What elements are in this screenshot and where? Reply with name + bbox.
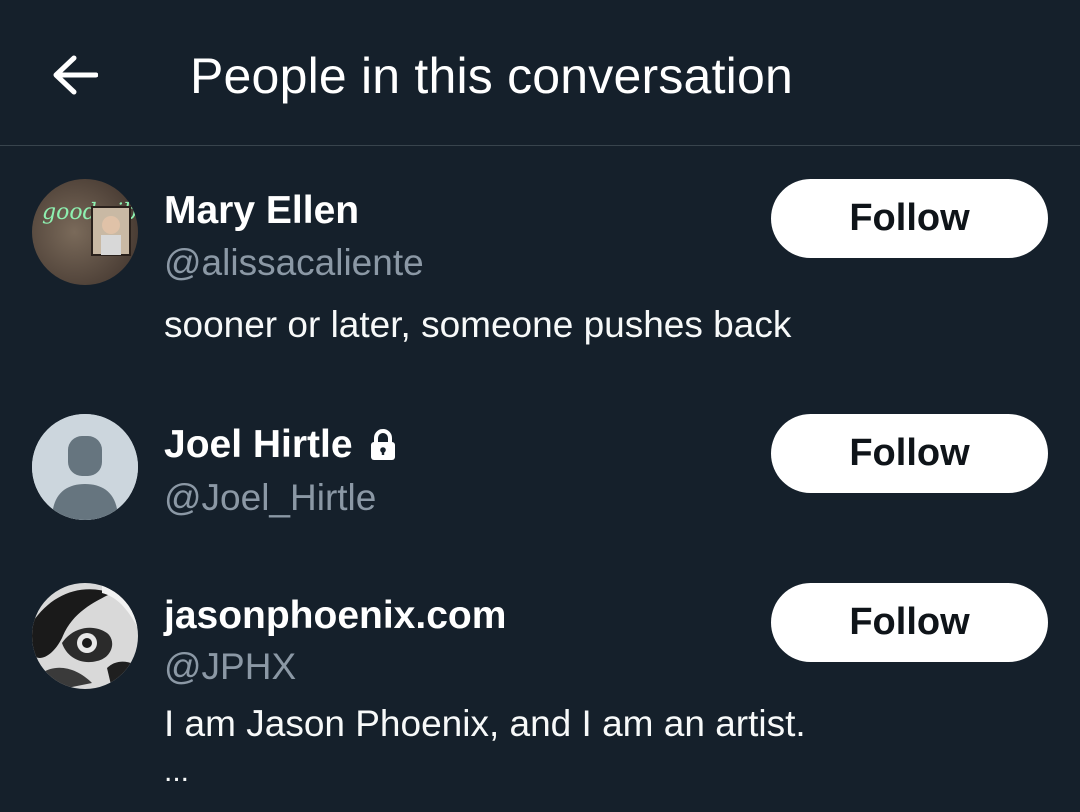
default-avatar-icon [32,414,138,520]
user-bio: I am Jason Phoenix, and I am an artist. [164,703,806,744]
user-handle[interactable]: @JPHX [164,644,296,690]
avatar-image: good vibes [32,179,138,285]
avatar[interactable] [32,583,138,689]
avatar[interactable] [32,414,138,520]
person-row[interactable]: Joel Hirtle @Joel_Hirtle Follow [0,400,1080,560]
follow-button[interactable]: Follow [771,583,1048,662]
user-bio: sooner or later, someone pushes back [164,304,792,345]
name-line: Mary Ellen [164,188,359,234]
display-name[interactable]: jasonphoenix.com [164,593,506,639]
person-row[interactable]: jasonphoenix.com @JPHX I am Jason Phoeni… [0,560,1080,812]
bio-ellipsis: ... [164,755,190,788]
person-row[interactable]: good vibes Mary Ellen @alissacaliente so… [0,0,1080,400]
user-handle[interactable]: @alissacaliente [164,240,424,286]
follow-button[interactable]: Follow [771,414,1048,493]
avatar[interactable]: good vibes [32,179,138,285]
name-line: Joel Hirtle [164,422,397,468]
display-name[interactable]: Mary Ellen [164,188,359,234]
display-name[interactable]: Joel Hirtle [164,422,353,468]
follow-button[interactable]: Follow [771,179,1048,258]
name-line: jasonphoenix.com [164,593,506,639]
lock-icon [370,429,395,460]
avatar-image [32,583,138,689]
user-handle[interactable]: @Joel_Hirtle [164,475,376,521]
